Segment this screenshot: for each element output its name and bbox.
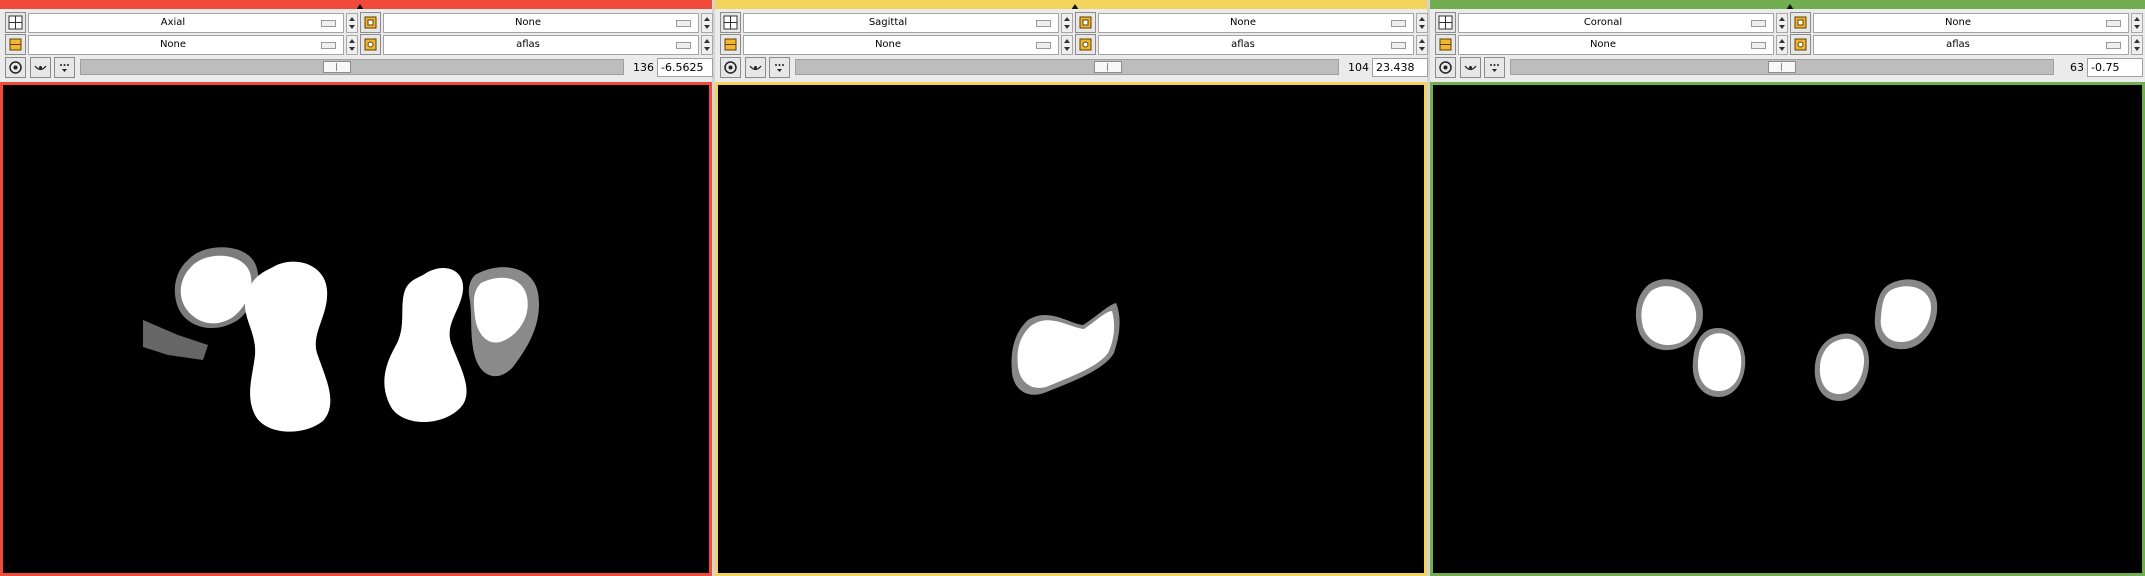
slice-view-axial[interactable] [0, 82, 712, 576]
label-value: aflas [516, 39, 540, 50]
slice-layout-icon[interactable] [720, 12, 741, 33]
slice-panel-yellow: Sagittal None None aflas 104 23.438 [715, 0, 1428, 576]
segmentation-image [1635, 279, 1938, 401]
white-blob [384, 267, 467, 422]
chevron-down-icon [1036, 42, 1051, 49]
slice-index: 104 [1348, 61, 1369, 74]
orientation-value: Coronal [1583, 17, 1623, 28]
background-select[interactable]: None [28, 35, 344, 55]
foreground-value: None [514, 17, 542, 28]
label-value: aflas [1231, 39, 1255, 50]
chevron-down-icon [321, 42, 336, 49]
orientation-select[interactable]: Sagittal [743, 13, 1059, 33]
view-options-icon[interactable] [1484, 57, 1505, 78]
slice-layout-icon[interactable] [5, 12, 26, 33]
chevron-down-icon [1751, 42, 1766, 49]
background-select[interactable]: None [743, 35, 1059, 55]
view-options-icon[interactable] [54, 57, 75, 78]
foreground-value: None [1229, 17, 1257, 28]
chevron-down-icon [2106, 42, 2121, 49]
chevron-down-icon [676, 20, 691, 27]
slider-thumb[interactable] [1094, 61, 1122, 73]
label-visibility-icon[interactable] [1075, 34, 1096, 55]
layers-icon[interactable] [1435, 34, 1456, 55]
foreground-select[interactable]: None [1098, 13, 1414, 33]
label-visibility-icon[interactable] [360, 34, 381, 55]
white-blob [244, 261, 331, 432]
foreground-spinner[interactable] [1416, 13, 1428, 33]
layers-icon[interactable] [5, 34, 26, 55]
chevron-down-icon [1036, 20, 1051, 27]
foreground-value: None [1944, 17, 1972, 28]
chevron-down-icon [2106, 20, 2121, 27]
slice-view-coronal[interactable] [1430, 82, 2145, 576]
chevron-down-icon [1391, 42, 1406, 49]
foreground-visibility-icon[interactable] [360, 12, 381, 33]
slice-index: 136 [633, 61, 654, 74]
orientation-spinner[interactable] [1776, 13, 1788, 33]
slice-controller: Coronal None None aflas 63 -0.75 [1430, 9, 2145, 82]
foreground-visibility-icon[interactable] [1075, 12, 1096, 33]
background-spinner[interactable] [1061, 35, 1073, 55]
view-options-icon[interactable] [769, 57, 790, 78]
link-icon[interactable] [720, 57, 741, 78]
orientation-select[interactable]: Coronal [1458, 13, 1774, 33]
foreground-spinner[interactable] [701, 13, 713, 33]
label-spinner[interactable] [1416, 35, 1428, 55]
chevron-down-icon [1751, 20, 1766, 27]
label-value: aflas [1946, 39, 1970, 50]
orientation-value: Axial [160, 17, 186, 28]
slice-offset-slider[interactable] [80, 59, 624, 75]
link-icon[interactable] [1435, 57, 1456, 78]
segmentation-image [1011, 303, 1120, 395]
link-icon[interactable] [5, 57, 26, 78]
label-select[interactable]: aflas [383, 35, 699, 55]
chevron-down-icon [1391, 20, 1406, 27]
label-spinner[interactable] [701, 35, 713, 55]
slice-offset-input[interactable]: 23.438 [1372, 58, 1428, 77]
background-select[interactable]: None [1458, 35, 1774, 55]
orientation-select[interactable]: Axial [28, 13, 344, 33]
chevron-down-icon [676, 42, 691, 49]
eye-visibility-icon[interactable] [745, 57, 766, 78]
slice-controller: Sagittal None None aflas 104 23.438 [715, 9, 1428, 82]
slice-index: 63 [2070, 61, 2084, 74]
background-value: None [874, 39, 902, 50]
slider-thumb[interactable] [1768, 61, 1796, 73]
slice-offset-input[interactable]: -6.5625 [657, 58, 713, 77]
white-blob [1697, 333, 1742, 391]
slider-thumb[interactable] [323, 61, 351, 73]
background-value: None [159, 39, 187, 50]
label-spinner[interactable] [2131, 35, 2143, 55]
slice-panel-green: Coronal None None aflas 63 -0.75 [1430, 0, 2145, 576]
background-spinner[interactable] [346, 35, 358, 55]
background-value: None [1589, 39, 1617, 50]
background-spinner[interactable] [1776, 35, 1788, 55]
eye-visibility-icon[interactable] [1460, 57, 1481, 78]
foreground-select[interactable]: None [383, 13, 699, 33]
slice-controller: Axial None None aflas 136 -6.5625 [0, 9, 713, 82]
slice-offset-input[interactable]: -0.75 [2087, 58, 2143, 77]
orientation-value: Sagittal [868, 17, 908, 28]
segmentation-image [143, 247, 539, 432]
foreground-visibility-icon[interactable] [1790, 12, 1811, 33]
label-visibility-icon[interactable] [1790, 34, 1811, 55]
label-select[interactable]: aflas [1813, 35, 2129, 55]
slice-view-sagittal[interactable] [715, 82, 1427, 576]
layers-icon[interactable] [720, 34, 741, 55]
slice-offset-slider[interactable] [1510, 59, 2054, 75]
chevron-down-icon [321, 20, 336, 27]
orientation-spinner[interactable] [346, 13, 358, 33]
slice-panel-red: Axial None None aflas 136 -6.5625 [0, 0, 713, 576]
gray-halo-blob [143, 320, 208, 360]
slice-layout-icon[interactable] [1435, 12, 1456, 33]
foreground-select[interactable]: None [1813, 13, 2129, 33]
eye-visibility-icon[interactable] [30, 57, 51, 78]
slice-offset-slider[interactable] [795, 59, 1339, 75]
orientation-spinner[interactable] [1061, 13, 1073, 33]
label-select[interactable]: aflas [1098, 35, 1414, 55]
foreground-spinner[interactable] [2131, 13, 2143, 33]
